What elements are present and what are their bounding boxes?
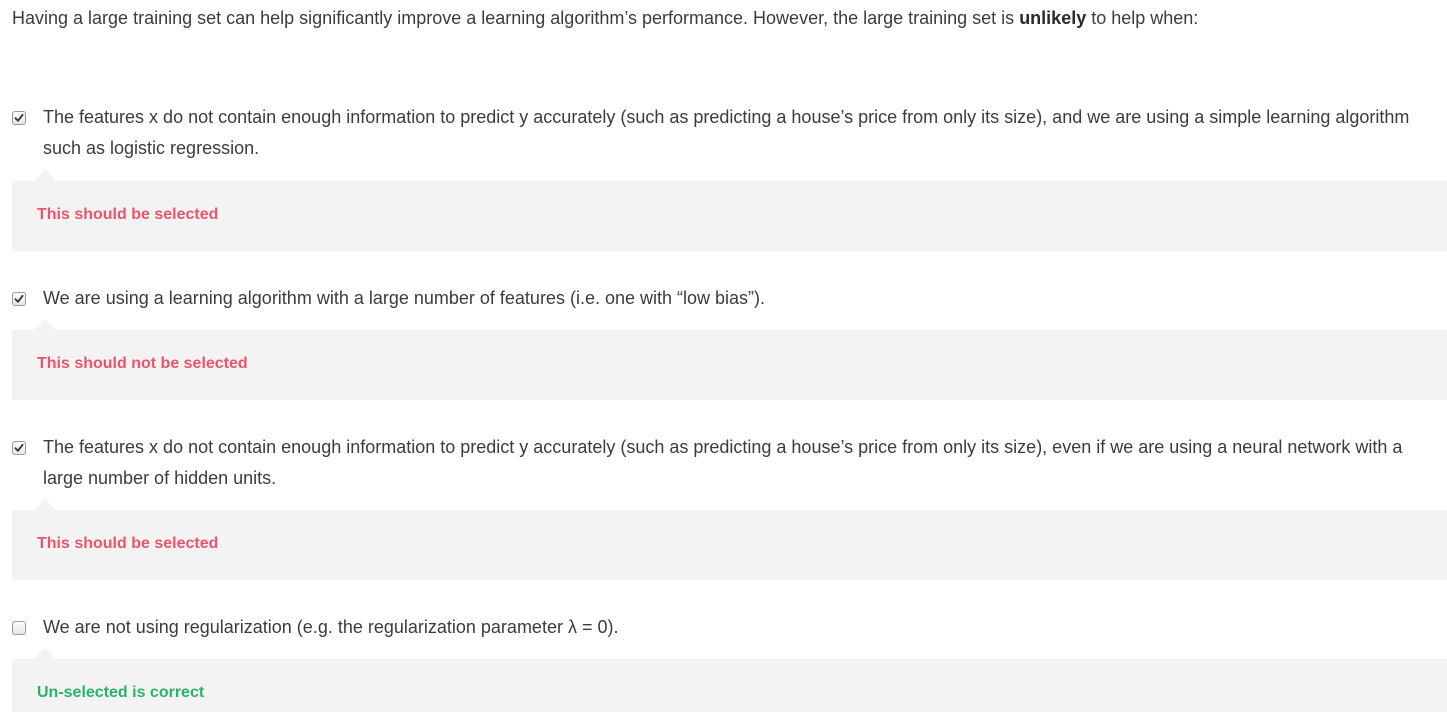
option-1-label: The features x do not contain enough inf… [43, 107, 1410, 158]
question-prompt: Having a large training set can help sig… [12, 3, 1432, 34]
feedback-1-message: This should be selected [37, 206, 219, 223]
checkbox-checked-icon[interactable] [12, 111, 26, 125]
option-4[interactable]: We are not using regularization (e.g. th… [12, 612, 1437, 643]
checkbox-checked-icon[interactable] [12, 292, 26, 306]
checkbox-unchecked-icon[interactable] [12, 621, 26, 635]
option-2[interactable]: We are using a learning algorithm with a… [12, 283, 1437, 314]
question-suffix: to help when: [1086, 8, 1199, 28]
feedback-4-message: Un-selected is correct [37, 684, 205, 701]
question-emphasis: unlikely [1019, 8, 1087, 28]
option-3-label: The features x do not contain enough inf… [43, 437, 1403, 488]
option-1[interactable]: The features x do not contain enough inf… [12, 102, 1437, 164]
feedback-notch [34, 648, 56, 659]
feedback-2-message: This should not be selected [37, 355, 248, 372]
feedback-4: Un-selected is correct [12, 648, 1447, 712]
feedback-notch [34, 499, 56, 510]
checkbox-checked-icon[interactable] [12, 441, 26, 455]
feedback-2: This should not be selected [12, 319, 1447, 400]
option-4-label: We are not using regularization (e.g. th… [43, 617, 619, 637]
feedback-3: This should be selected [12, 499, 1447, 580]
option-2-label: We are using a learning algorithm with a… [43, 288, 766, 308]
feedback-notch [34, 319, 56, 330]
feedback-3-message: This should be selected [37, 535, 219, 552]
feedback-notch [34, 170, 56, 181]
feedback-1: This should be selected [12, 170, 1447, 251]
option-3[interactable]: The features x do not contain enough inf… [12, 432, 1437, 494]
question-prefix: Having a large training set can help sig… [12, 8, 1020, 28]
